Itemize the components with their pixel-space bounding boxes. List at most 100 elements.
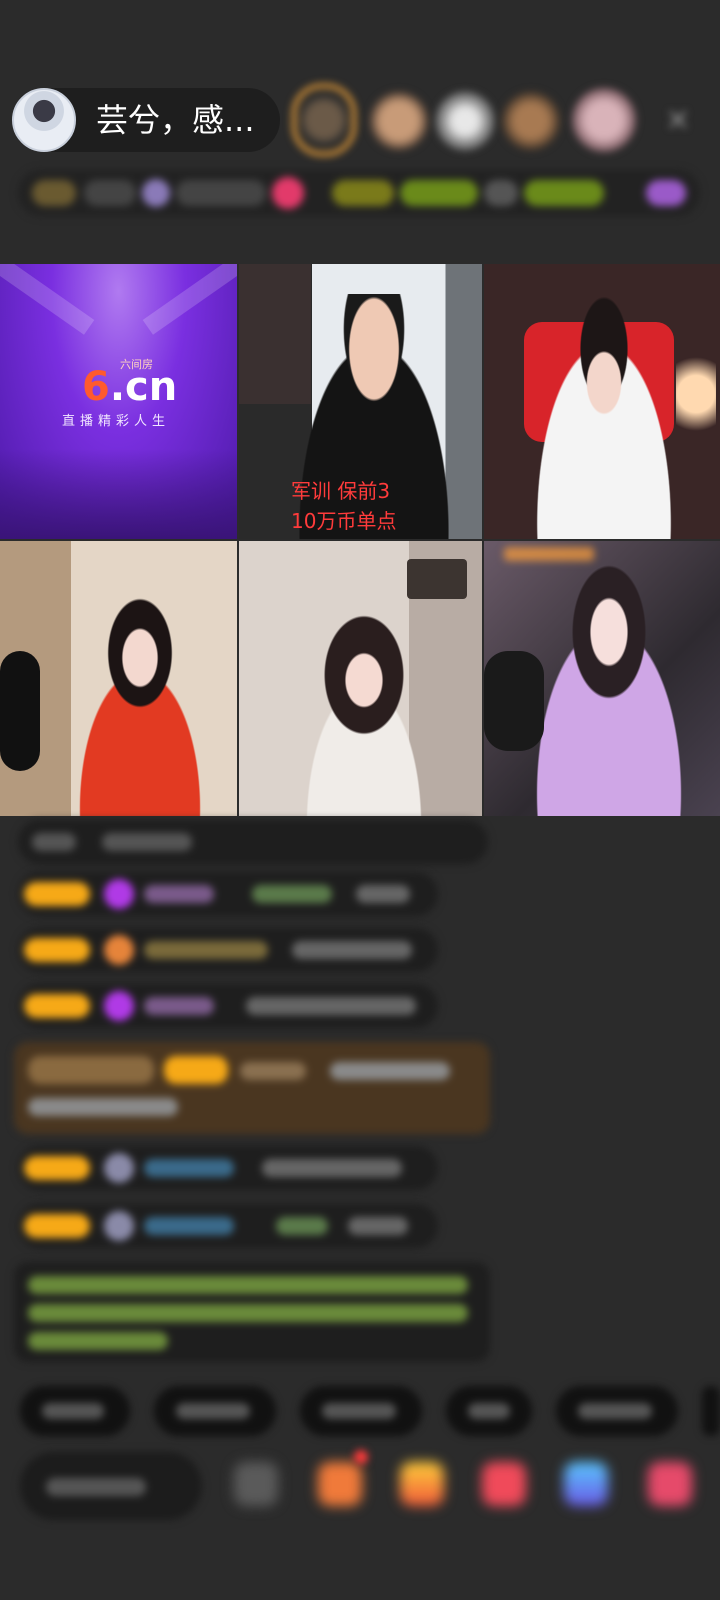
user-icon xyxy=(104,1153,134,1183)
rank-icon xyxy=(142,179,170,207)
streamer-figure xyxy=(259,571,469,816)
room-level-badge xyxy=(32,180,76,206)
quick-reply-label xyxy=(42,1403,104,1419)
brand-logo: 6.cn xyxy=(82,364,177,410)
quick-reply-label xyxy=(322,1403,396,1419)
chat-text xyxy=(32,833,76,851)
video-tile-host[interactable]: 军训 保前3 10万币单点 xyxy=(239,264,482,539)
chat-username[interactable] xyxy=(144,1217,234,1235)
chat-text xyxy=(246,997,416,1015)
more-apps-icon[interactable] xyxy=(648,1462,692,1506)
quick-reply-chip[interactable] xyxy=(556,1386,678,1436)
multi-host-video-grid: 六间房 6.cn 直播精彩人生 军训 保前3 10万币单点 xyxy=(0,264,720,816)
brand-logo-number: 6 xyxy=(82,364,110,410)
vip-icon xyxy=(104,991,134,1021)
video-tile-brand[interactable]: 六间房 6.cn 直播精彩人生 xyxy=(0,264,237,539)
gift-message[interactable] xyxy=(14,1042,490,1134)
room-tag xyxy=(400,180,478,206)
room-info-bar[interactable] xyxy=(18,170,700,216)
gift-icon[interactable] xyxy=(272,177,304,209)
viewer-avatar[interactable] xyxy=(572,88,636,152)
stage-light xyxy=(142,264,237,335)
chat-text xyxy=(276,1217,328,1235)
notice-text xyxy=(28,1304,468,1322)
chat-input[interactable] xyxy=(20,1452,202,1520)
brand-slogan: 直播精彩人生 xyxy=(62,414,171,429)
rank-label xyxy=(176,180,266,206)
video-tile-host[interactable] xyxy=(0,541,237,816)
chat-text xyxy=(28,1098,178,1116)
level-badge xyxy=(24,882,90,906)
user-icon xyxy=(104,1211,134,1241)
chat-message[interactable] xyxy=(18,928,438,972)
level-badge xyxy=(24,938,90,962)
level-badge xyxy=(24,1156,90,1180)
share-icon[interactable] xyxy=(564,1462,608,1506)
viewer-avatar[interactable] xyxy=(502,92,560,150)
video-tile-host[interactable] xyxy=(484,264,720,539)
quick-reply-chip[interactable] xyxy=(154,1386,276,1436)
emoji-icon[interactable] xyxy=(234,1462,278,1506)
video-caption-line: 军训 保前3 xyxy=(291,479,391,503)
chat-username[interactable] xyxy=(144,885,214,903)
viewer-avatar[interactable] xyxy=(292,84,356,156)
quick-reply-chip[interactable] xyxy=(20,1386,130,1436)
brand-logo-suffix: .cn xyxy=(109,364,178,410)
chat-message[interactable] xyxy=(18,1146,438,1190)
chat-text xyxy=(252,885,332,903)
microphone xyxy=(0,651,40,771)
quick-reply-chip[interactable] xyxy=(300,1386,422,1436)
chat-message[interactable] xyxy=(18,984,438,1028)
quick-reply-label xyxy=(578,1403,652,1419)
gift-box-icon[interactable] xyxy=(318,1462,362,1506)
crowd-silhouette xyxy=(0,449,237,539)
chat-text xyxy=(330,1062,450,1080)
streamer-figure xyxy=(40,581,237,816)
microphone xyxy=(484,651,544,751)
more-icon[interactable] xyxy=(646,180,686,206)
notice-text xyxy=(28,1332,168,1350)
quick-reply-label xyxy=(468,1403,510,1419)
notification-dot xyxy=(354,1450,368,1464)
gift-badge xyxy=(28,1056,154,1084)
host-avatar[interactable] xyxy=(12,88,76,152)
close-icon[interactable]: × xyxy=(662,104,694,136)
fan-icon xyxy=(104,935,134,965)
chat-text xyxy=(356,885,410,903)
chat-username[interactable] xyxy=(144,1159,234,1177)
quick-reply-chip[interactable] xyxy=(446,1386,532,1436)
room-id-label xyxy=(84,180,136,206)
video-caption: 军训 保前3 10万币单点 xyxy=(291,476,471,536)
viewer-avatar[interactable] xyxy=(370,92,428,150)
quick-reply-chip[interactable] xyxy=(702,1386,720,1436)
chat-text xyxy=(262,1159,402,1177)
chat-text xyxy=(292,941,412,959)
chat-input-placeholder xyxy=(46,1478,146,1496)
vip-icon xyxy=(104,879,134,909)
video-tile-host[interactable] xyxy=(484,541,720,816)
chat-username[interactable] xyxy=(240,1062,306,1080)
host-name: 芸兮，感... xyxy=(96,101,255,139)
streamer-figure xyxy=(514,284,694,539)
chat-text xyxy=(348,1217,408,1235)
chat-text xyxy=(102,833,192,851)
host-info-pill[interactable]: 芸兮，感... xyxy=(12,88,280,152)
level-badge xyxy=(164,1056,228,1084)
chat-message[interactable] xyxy=(18,820,488,864)
game-icon[interactable] xyxy=(482,1462,526,1506)
quick-reply-label xyxy=(176,1403,250,1419)
chat-message[interactable] xyxy=(18,872,438,916)
system-notice xyxy=(14,1262,490,1362)
video-caption-line: 10万币单点 xyxy=(291,509,397,533)
chat-username[interactable] xyxy=(144,941,268,959)
chat-message[interactable] xyxy=(18,1204,438,1248)
room-tag xyxy=(332,180,394,206)
video-tile-host[interactable] xyxy=(239,541,482,816)
viewer-avatar[interactable] xyxy=(436,92,494,150)
notice-text xyxy=(28,1276,468,1294)
level-badge xyxy=(24,1214,90,1238)
level-badge xyxy=(24,994,90,1018)
chat-username[interactable] xyxy=(144,997,214,1015)
treasure-icon[interactable] xyxy=(400,1462,444,1506)
stage-light xyxy=(0,264,95,335)
